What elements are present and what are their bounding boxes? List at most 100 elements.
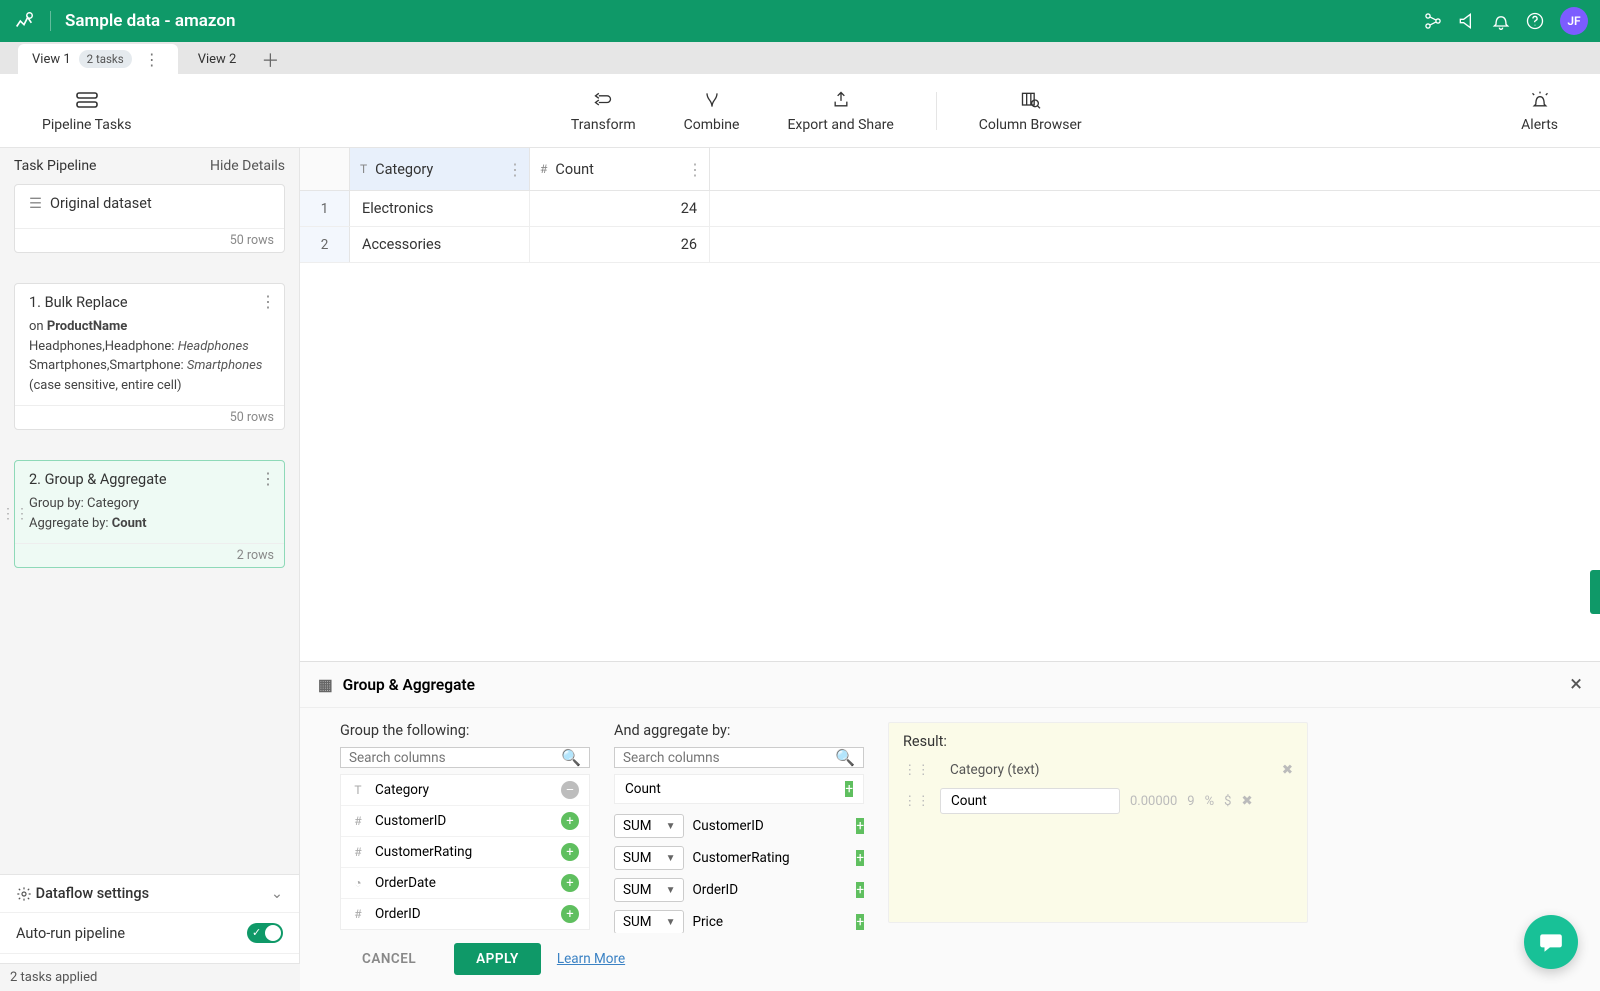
format-precision[interactable]: 9 (1187, 794, 1194, 809)
result-row-category: ⋮⋮ Category (text) ✖ (903, 758, 1293, 782)
row-number: 2 (300, 227, 350, 262)
apply-button[interactable]: APPLY (454, 943, 541, 975)
drag-handle-icon[interactable]: ⋮⋮ (903, 793, 930, 809)
column-menu-icon[interactable]: ⋮ (687, 160, 703, 179)
tab-view-1[interactable]: View 1 2 tasks ⋮ (18, 44, 178, 74)
cell-category[interactable]: Accessories (350, 227, 530, 262)
task-card-original[interactable]: ☰Original dataset 50 rows (14, 184, 285, 253)
add-button[interactable]: + (845, 781, 853, 797)
chat-button[interactable] (1524, 915, 1578, 969)
add-tab-button[interactable]: ＋ (256, 46, 284, 74)
remove-icon[interactable]: ✖ (1282, 762, 1293, 778)
search-icon: 🔍 (561, 748, 581, 767)
agg-row-customerid: SUM▼ CustomerID + (614, 810, 864, 842)
section-label: Group the following: (340, 722, 590, 739)
number-type-icon: # (351, 845, 365, 859)
toolbar-label: Alerts (1521, 117, 1558, 133)
pipeline-tasks-button[interactable]: Pipeline Tasks (18, 83, 155, 139)
agg-search[interactable]: 🔍 (614, 747, 864, 768)
bell-icon[interactable] (1484, 4, 1518, 38)
add-button[interactable]: + (561, 905, 579, 923)
view-tabs: View 1 2 tasks ⋮ View 2 ＋ (0, 42, 1600, 74)
add-button[interactable]: + (856, 914, 864, 930)
drag-handle-icon[interactable]: ⋮⋮ (903, 762, 930, 778)
tab-menu-icon[interactable]: ⋮ (140, 50, 164, 69)
toolbar-label: Export and Share (787, 117, 893, 133)
result-section: Result: ⋮⋮ Category (text) ✖ ⋮⋮ Count 0.… (888, 722, 1308, 923)
toolbar-label: Column Browser (979, 117, 1082, 133)
table-row: 2 Accessories 26 (300, 227, 1600, 263)
search-input[interactable] (623, 750, 835, 766)
remove-icon[interactable]: ✖ (1241, 793, 1252, 809)
right-edge-handle[interactable] (1590, 570, 1600, 614)
remove-button[interactable]: – (561, 781, 579, 799)
column-browser-button[interactable]: Column Browser (955, 83, 1106, 139)
column-header-count[interactable]: # Count ⋮ (530, 148, 710, 190)
transform-button[interactable]: Transform (547, 83, 660, 139)
number-type-icon: # (351, 814, 365, 828)
format-decimal[interactable]: 0.00000 (1130, 794, 1177, 809)
cell-category[interactable]: Electronics (350, 191, 530, 226)
cell-count[interactable]: 26 (530, 227, 710, 262)
add-button[interactable]: + (561, 843, 579, 861)
hide-details-button[interactable]: Hide Details (210, 158, 285, 174)
share-flow-icon[interactable] (1416, 4, 1450, 38)
tab-view-2[interactable]: View 2 (184, 44, 251, 74)
column-name: Category (375, 161, 433, 178)
toolbar-label: Combine (684, 117, 740, 133)
tab-label: View 1 (32, 52, 71, 67)
result-input[interactable]: Count (940, 788, 1120, 814)
add-button[interactable]: + (561, 874, 579, 892)
close-panel-button[interactable]: × (1570, 672, 1582, 697)
header-divider (50, 11, 51, 31)
format-currency[interactable]: $ (1224, 794, 1231, 809)
group-col-orderdate: ◔OrderDate+ (341, 868, 589, 899)
announce-icon[interactable] (1450, 4, 1484, 38)
autorun-toggle[interactable]: ✓ (247, 923, 283, 943)
dataset-icon: ☰ (29, 195, 42, 212)
page-title: Sample data - amazon (65, 11, 235, 31)
autorun-row: Auto-run pipeline ✓ (0, 912, 299, 953)
add-button[interactable]: + (561, 812, 579, 830)
learn-more-link[interactable]: Learn More (557, 951, 625, 967)
agg-func-select[interactable]: SUM▼ (614, 846, 684, 870)
cancel-button[interactable]: CANCEL (340, 943, 438, 975)
dataflow-settings-toggle[interactable]: Dataflow settings ⌄ (0, 875, 299, 912)
chevron-down-icon: ⌄ (271, 885, 283, 902)
cell-count[interactable]: 24 (530, 191, 710, 226)
task-card-group-aggregate[interactable]: ⋮⋮ ⋮ 2. Group & Aggregate Group by: Cate… (14, 460, 285, 568)
avatar[interactable]: JF (1560, 7, 1588, 35)
column-browser-icon (1019, 89, 1041, 111)
rownum-header (300, 148, 350, 190)
number-type-icon: # (540, 162, 547, 176)
task-title: 2. Group & Aggregate (29, 471, 167, 488)
add-button[interactable]: + (856, 850, 864, 866)
column-name: Count (555, 161, 593, 178)
row-number: 1 (300, 191, 350, 226)
add-button[interactable]: + (856, 882, 864, 898)
alerts-button[interactable]: Alerts (1497, 83, 1582, 139)
transform-icon (592, 89, 614, 111)
export-share-button[interactable]: Export and Share (763, 83, 917, 139)
drag-handle-icon[interactable]: ⋮⋮ (1, 506, 29, 522)
task-card-bulk-replace[interactable]: ⋮ 1. Bulk Replace on ProductName Headpho… (14, 283, 285, 430)
agg-func-select[interactable]: SUM▼ (614, 878, 684, 902)
format-percent[interactable]: % (1205, 794, 1215, 809)
toolbar-label: Pipeline Tasks (42, 117, 131, 133)
help-icon[interactable] (1518, 4, 1552, 38)
agg-col-name: OrderID (692, 882, 848, 898)
column-header-category[interactable]: T Category ⋮ (350, 148, 530, 190)
task-menu-icon[interactable]: ⋮ (260, 292, 276, 311)
agg-col-name: CustomerID (692, 818, 848, 834)
status-bar: 2 tasks applied (0, 963, 300, 991)
sidebar-title: Task Pipeline (14, 158, 96, 174)
agg-func-select[interactable]: SUM▼ (614, 910, 684, 933)
search-input[interactable] (349, 750, 561, 766)
combine-button[interactable]: Combine (660, 83, 764, 139)
add-button[interactable]: + (856, 818, 864, 834)
group-search[interactable]: 🔍 (340, 747, 590, 768)
task-menu-icon[interactable]: ⋮ (260, 469, 276, 488)
agg-func-select[interactable]: SUM▼ (614, 814, 684, 838)
column-menu-icon[interactable]: ⋮ (507, 160, 523, 179)
task-rowcount: 2 rows (15, 543, 284, 567)
